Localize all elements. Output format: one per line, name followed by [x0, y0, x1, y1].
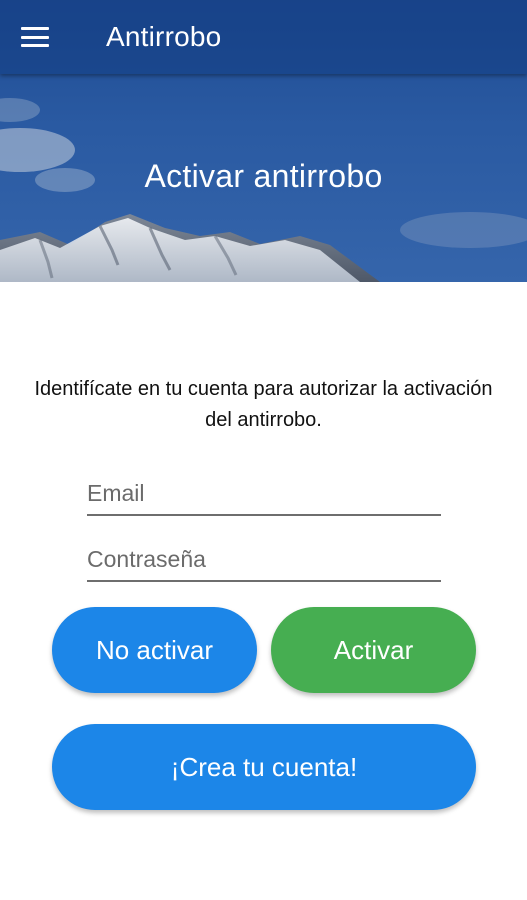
activate-button[interactable]: Activar: [271, 607, 476, 693]
hero-title: Activar antirrobo: [144, 158, 383, 194]
password-field[interactable]: [87, 540, 441, 578]
email-field-container: [87, 474, 441, 516]
hamburger-menu-icon[interactable]: [0, 0, 70, 74]
app-bar: Antirrobo: [0, 0, 527, 74]
no-activate-button[interactable]: No activar: [52, 607, 257, 693]
instructions-text: Identifícate en tu cuenta para autorizar…: [34, 378, 493, 431]
create-account-button[interactable]: ¡Crea tu cuenta!: [52, 724, 476, 810]
email-field[interactable]: [87, 474, 441, 512]
app-title: Antirrobo: [106, 21, 222, 52]
password-field-container: [87, 540, 441, 582]
menu-bars: [21, 27, 49, 47]
